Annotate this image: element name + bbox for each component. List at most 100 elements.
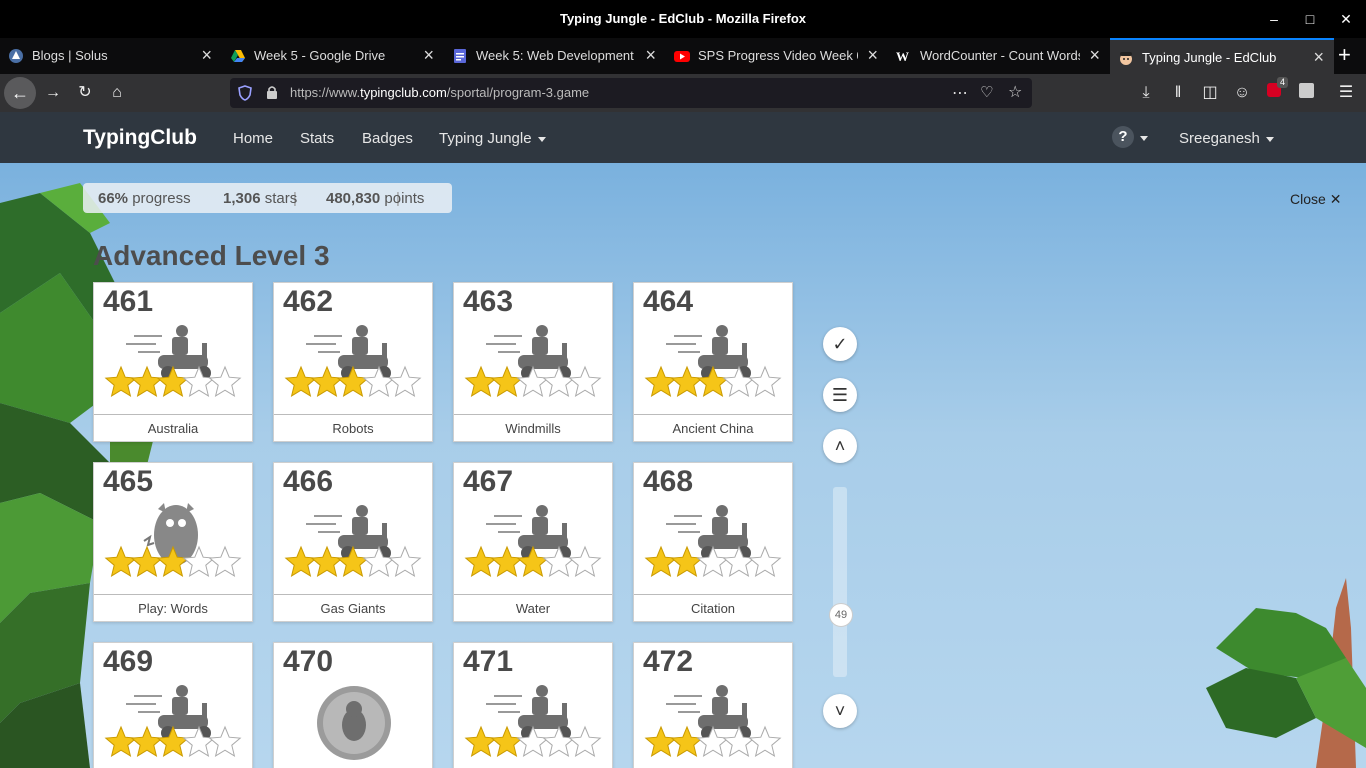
lesson-scroll-track[interactable] <box>833 487 847 677</box>
star-filled-icon <box>104 725 138 757</box>
lesson-card[interactable]: 462 Robots <box>273 282 433 442</box>
star-empty-icon <box>568 545 602 577</box>
star-empty-icon <box>208 725 242 757</box>
new-tab-icon[interactable]: + <box>1338 42 1351 68</box>
library-icon[interactable]: ‖ <box>1168 83 1188 103</box>
lesson-name: Windmills <box>454 414 612 443</box>
lesson-card[interactable]: 466 Gas Giants <box>273 462 433 622</box>
lesson-number: 463 <box>463 285 514 318</box>
close-label: Close <box>1290 191 1326 207</box>
lesson-illustration <box>94 321 254 413</box>
lesson-card[interactable]: 469 <box>93 642 253 768</box>
bookmark-star-icon[interactable]: ☆ <box>1008 82 1022 102</box>
lesson-illustration <box>94 501 254 593</box>
lesson-card[interactable]: 472 <box>633 642 793 768</box>
lesson-illustration <box>454 501 614 593</box>
lesson-card[interactable]: 471 <box>453 642 613 768</box>
tab-label: Week 5 - Google Drive <box>254 48 386 63</box>
nav-badges[interactable]: Badges <box>362 130 413 147</box>
stars-value: 1,306 <box>223 190 261 207</box>
minimize-icon[interactable]: – <box>1264 9 1284 29</box>
url-host: typingclub.com <box>360 85 447 100</box>
tab-close-icon[interactable]: × <box>201 45 212 66</box>
progress-label: progress <box>132 190 191 207</box>
lesson-number: 469 <box>103 645 154 678</box>
level-title: Advanced Level 3 <box>93 240 330 271</box>
close-window-icon[interactable]: ✕ <box>1336 9 1356 29</box>
tab-google-docs[interactable]: Week 5: Web Development - × <box>444 38 666 74</box>
google-docs-icon <box>454 49 466 63</box>
tab-close-icon[interactable]: × <box>1089 45 1100 66</box>
chevron-down-icon[interactable] <box>1140 136 1148 141</box>
lesson-card[interactable]: 467 Water <box>453 462 613 622</box>
star-empty-icon <box>208 365 242 397</box>
lesson-illustration <box>634 501 794 593</box>
maximize-icon[interactable]: □ <box>1300 9 1320 29</box>
svg-text:W: W <box>896 49 909 64</box>
star-filled-icon <box>130 365 164 397</box>
lesson-card[interactable]: 464 Ancient China <box>633 282 793 442</box>
nav-home[interactable]: Home <box>233 130 273 147</box>
brand-logo[interactable]: TypingClub <box>83 126 197 150</box>
check-circle-icon[interactable]: ✓ <box>823 327 857 361</box>
help-icon[interactable]: ? <box>1112 126 1134 148</box>
star-empty-icon <box>748 545 782 577</box>
list-menu-icon[interactable]: ☰ <box>823 378 857 412</box>
lesson-number: 466 <box>283 465 334 498</box>
tab-youtube[interactable]: SPS Progress Video Week 05 × <box>666 38 888 74</box>
chevron-up-icon[interactable]: ˄ <box>823 429 857 463</box>
medal-badge-icon <box>317 686 391 760</box>
download-icon[interactable]: ⤓ <box>1136 83 1156 103</box>
nav-typing-jungle[interactable]: Typing Jungle <box>439 130 546 147</box>
url-bar[interactable]: https://www.typingclub.com/sportal/progr… <box>230 78 1032 108</box>
lesson-number: 461 <box>103 285 154 318</box>
star-filled-icon <box>490 545 524 577</box>
forward-arrow-icon[interactable]: → <box>43 83 63 103</box>
site-header: TypingClub Home Stats Badges Typing Jung… <box>0 112 1366 163</box>
progress-stat: 66% progress <box>98 190 191 207</box>
chevron-down-icon[interactable]: ˅ <box>823 694 857 728</box>
lesson-number: 465 <box>103 465 154 498</box>
tab-close-icon[interactable]: × <box>1313 47 1324 68</box>
lesson-illustration <box>94 681 254 768</box>
lesson-card[interactable]: 468 Citation <box>633 462 793 622</box>
points-value: 480,830 <box>326 190 381 207</box>
reload-icon[interactable]: ↻ <box>75 83 95 103</box>
page-actions-icon[interactable]: ⋯ <box>952 83 968 103</box>
tab-wordcounter[interactable]: W WordCounter - Count Words × <box>888 38 1110 74</box>
tab-label: Week 5: Web Development - <box>476 48 636 63</box>
extension-icon[interactable] <box>1296 83 1316 103</box>
tab-close-icon[interactable]: × <box>423 45 434 66</box>
tab-google-drive[interactable]: Week 5 - Google Drive × <box>222 38 444 74</box>
nav-stats[interactable]: Stats <box>300 130 334 147</box>
star-filled-icon <box>670 365 704 397</box>
back-arrow-icon[interactable]: ← <box>4 77 36 109</box>
tab-strip: Blogs | Solus × Week 5 - Google Drive × … <box>0 38 1366 74</box>
google-drive-icon <box>231 50 245 62</box>
star-empty-icon <box>748 725 782 757</box>
pocket-icon[interactable]: ♡ <box>980 83 993 101</box>
scroll-position-indicator[interactable]: 49 <box>829 603 853 627</box>
menu-icon[interactable]: ☰ <box>1336 83 1356 103</box>
close-button[interactable]: Close ✕ <box>1290 191 1341 208</box>
lesson-card[interactable]: 470 <box>273 642 433 768</box>
tab-typing-jungle[interactable]: Typing Jungle - EdClub × <box>1110 38 1334 74</box>
lesson-card[interactable]: 465 Play: Words <box>93 462 253 622</box>
home-icon[interactable]: ⌂ <box>107 83 127 103</box>
user-menu[interactable]: Sreeganesh <box>1179 130 1274 147</box>
lesson-card[interactable]: 463 Windmills <box>453 282 613 442</box>
sidebar-icon[interactable]: ◫ <box>1200 83 1220 103</box>
lesson-name: Play: Words <box>94 594 252 623</box>
tab-close-icon[interactable]: × <box>645 45 656 66</box>
points-label: points <box>384 190 425 207</box>
lesson-card[interactable]: 461 Australia <box>93 282 253 442</box>
account-icon[interactable]: ☺ <box>1232 83 1252 103</box>
star-filled-icon <box>284 365 318 397</box>
extension-blocker-icon[interactable]: 4 <box>1264 77 1289 103</box>
lock-icon[interactable] <box>266 85 278 100</box>
shield-icon[interactable] <box>238 85 252 101</box>
star-empty-icon <box>568 725 602 757</box>
lesson-illustration <box>274 501 434 593</box>
tab-close-icon[interactable]: × <box>867 45 878 66</box>
tab-blogs-solus[interactable]: Blogs | Solus × <box>0 38 222 74</box>
